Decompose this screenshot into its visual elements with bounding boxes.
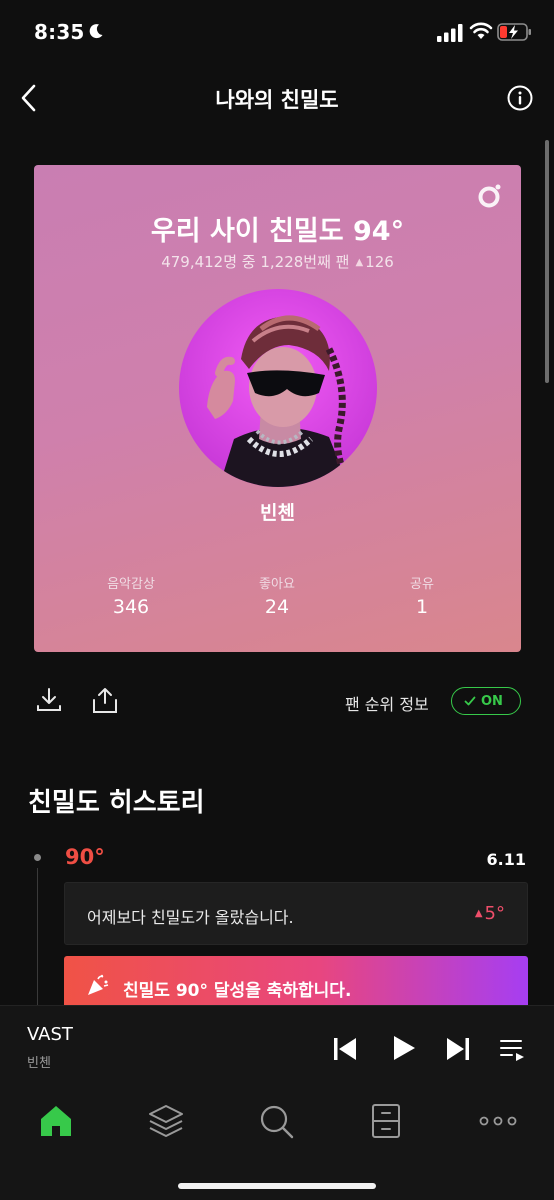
- rank-change-value: 126: [365, 253, 394, 271]
- stat-likes: 좋아요 24: [217, 573, 337, 618]
- artist-avatar: [179, 289, 377, 487]
- info-icon[interactable]: [507, 85, 533, 111]
- history-level: 90°: [65, 845, 105, 869]
- increase-arrow-icon: ▲: [474, 908, 483, 919]
- search-icon[interactable]: [256, 1101, 296, 1141]
- stat-label: 음악감상: [107, 577, 155, 592]
- check-icon: [464, 696, 476, 706]
- stat-label: 좋아요: [259, 577, 295, 592]
- history-entry: 어제보다 친밀도가 올랐습니다. ▲ 5°: [64, 882, 528, 945]
- toggle-label: ON: [481, 694, 503, 709]
- storage-drawer-icon[interactable]: [366, 1101, 406, 1141]
- bottom-tab-bar: [0, 1089, 554, 1200]
- timeline-line: [37, 868, 38, 1008]
- play-icon[interactable]: [391, 1034, 417, 1062]
- fan-rank-toggle[interactable]: ON: [451, 687, 521, 715]
- download-icon[interactable]: [36, 686, 62, 714]
- cellular-signal-icon: [437, 24, 463, 42]
- stat-value: 24: [264, 596, 290, 618]
- melon-logo-icon: [478, 184, 501, 208]
- playlist-icon[interactable]: [499, 1036, 527, 1062]
- library-stack-icon[interactable]: [146, 1101, 186, 1141]
- previous-track-icon[interactable]: [332, 1036, 358, 1062]
- battery-charging-icon: [497, 23, 531, 41]
- intimacy-title: 우리 사이 친밀도 94°: [150, 216, 405, 247]
- stat-value: 1: [415, 596, 429, 618]
- more-icon[interactable]: [478, 1101, 518, 1141]
- scrollbar[interactable]: [545, 140, 549, 383]
- party-popper-icon: [88, 974, 109, 995]
- next-track-icon[interactable]: [445, 1036, 471, 1062]
- history-delta-value: 5°: [484, 903, 505, 924]
- share-icon[interactable]: [92, 686, 118, 714]
- home-indicator: [178, 1183, 376, 1189]
- history-delta: ▲ 5°: [475, 903, 505, 924]
- status-time: 8:35: [34, 20, 85, 44]
- intimacy-card: 우리 사이 친밀도 94° 479,412명 중 1,228번째 팬 ▲126: [34, 165, 521, 652]
- fan-rank-subtitle: 479,412명 중 1,228번째 팬: [161, 253, 350, 271]
- history-date: 6.11: [486, 850, 526, 869]
- status-bar: 8:35: [0, 0, 554, 66]
- home-icon[interactable]: [36, 1101, 76, 1141]
- wifi-icon: [469, 22, 493, 39]
- top-navigation-bar: 나와의 친밀도: [0, 66, 554, 130]
- celebration-banner[interactable]: 친밀도 90° 달성을 축하합니다.: [64, 956, 528, 1008]
- page-title: 나와의 친밀도: [215, 88, 339, 112]
- stat-listens: 음악감상 346: [71, 573, 191, 618]
- timeline-dot: [34, 854, 41, 861]
- fan-rank-text: 479,412명 중 1,228번째 팬 ▲ 126: [34, 251, 521, 272]
- celebration-text: 친밀도 90° 달성을 축하합니다.: [123, 981, 352, 1001]
- history-message: 어제보다 친밀도가 올랐습니다.: [87, 908, 294, 927]
- history-section-title: 친밀도 히스토리: [28, 788, 205, 818]
- track-artist: 빈첸: [27, 1056, 51, 1071]
- stat-shares: 공유 1: [362, 573, 482, 618]
- fan-rank-info-label: 팬 순위 정보: [345, 695, 429, 714]
- rank-up-arrow-icon: ▲: [355, 257, 364, 268]
- card-actions: 팬 순위 정보 ON: [0, 680, 554, 724]
- track-title: VAST: [27, 1024, 73, 1045]
- stat-value: 346: [112, 596, 150, 618]
- stat-label: 공유: [410, 577, 434, 592]
- moon-icon: [89, 24, 103, 39]
- artist-name: 빈첸: [260, 502, 295, 524]
- mini-player[interactable]: VAST 빈첸: [0, 1005, 554, 1089]
